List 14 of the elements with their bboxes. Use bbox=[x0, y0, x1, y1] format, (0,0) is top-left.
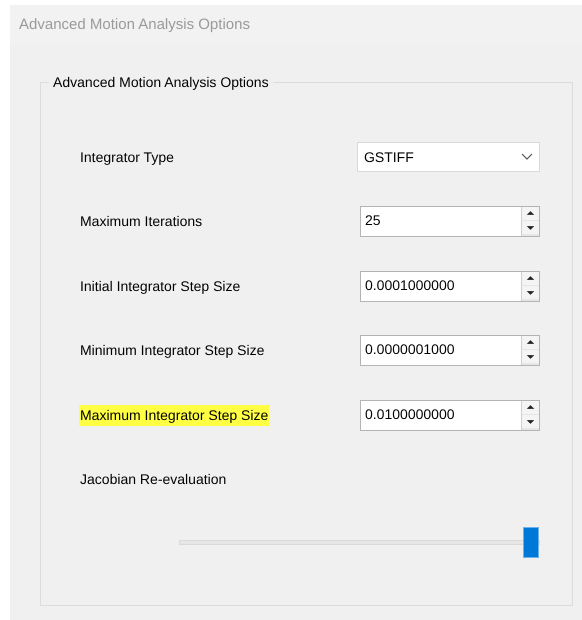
slider-thumb[interactable] bbox=[523, 526, 539, 558]
field-label: Jacobian Re-evaluation bbox=[79, 470, 228, 490]
number-spinner[interactable]: 0.0100000000 bbox=[360, 400, 540, 431]
number-spinner[interactable]: 0.0001000000 bbox=[360, 270, 540, 302]
field-label: Minimum Integrator Step Size bbox=[79, 341, 266, 360]
chevron-down-icon bbox=[521, 153, 533, 162]
field-label: Integrator Type bbox=[79, 148, 175, 167]
field-label: Maximum Iterations bbox=[79, 212, 204, 232]
field-label: Initial Integrator Step Size bbox=[79, 276, 242, 296]
integrator-dropdown[interactable]: GSTIFF bbox=[357, 142, 540, 172]
number-spinner[interactable]: 25 bbox=[360, 206, 540, 238]
window-title: Advanced Motion Analysis Options bbox=[19, 14, 250, 35]
field-label: Maximum Integrator Step Size bbox=[79, 404, 270, 426]
number-spinner[interactable]: 0.0000001000 bbox=[360, 335, 540, 366]
